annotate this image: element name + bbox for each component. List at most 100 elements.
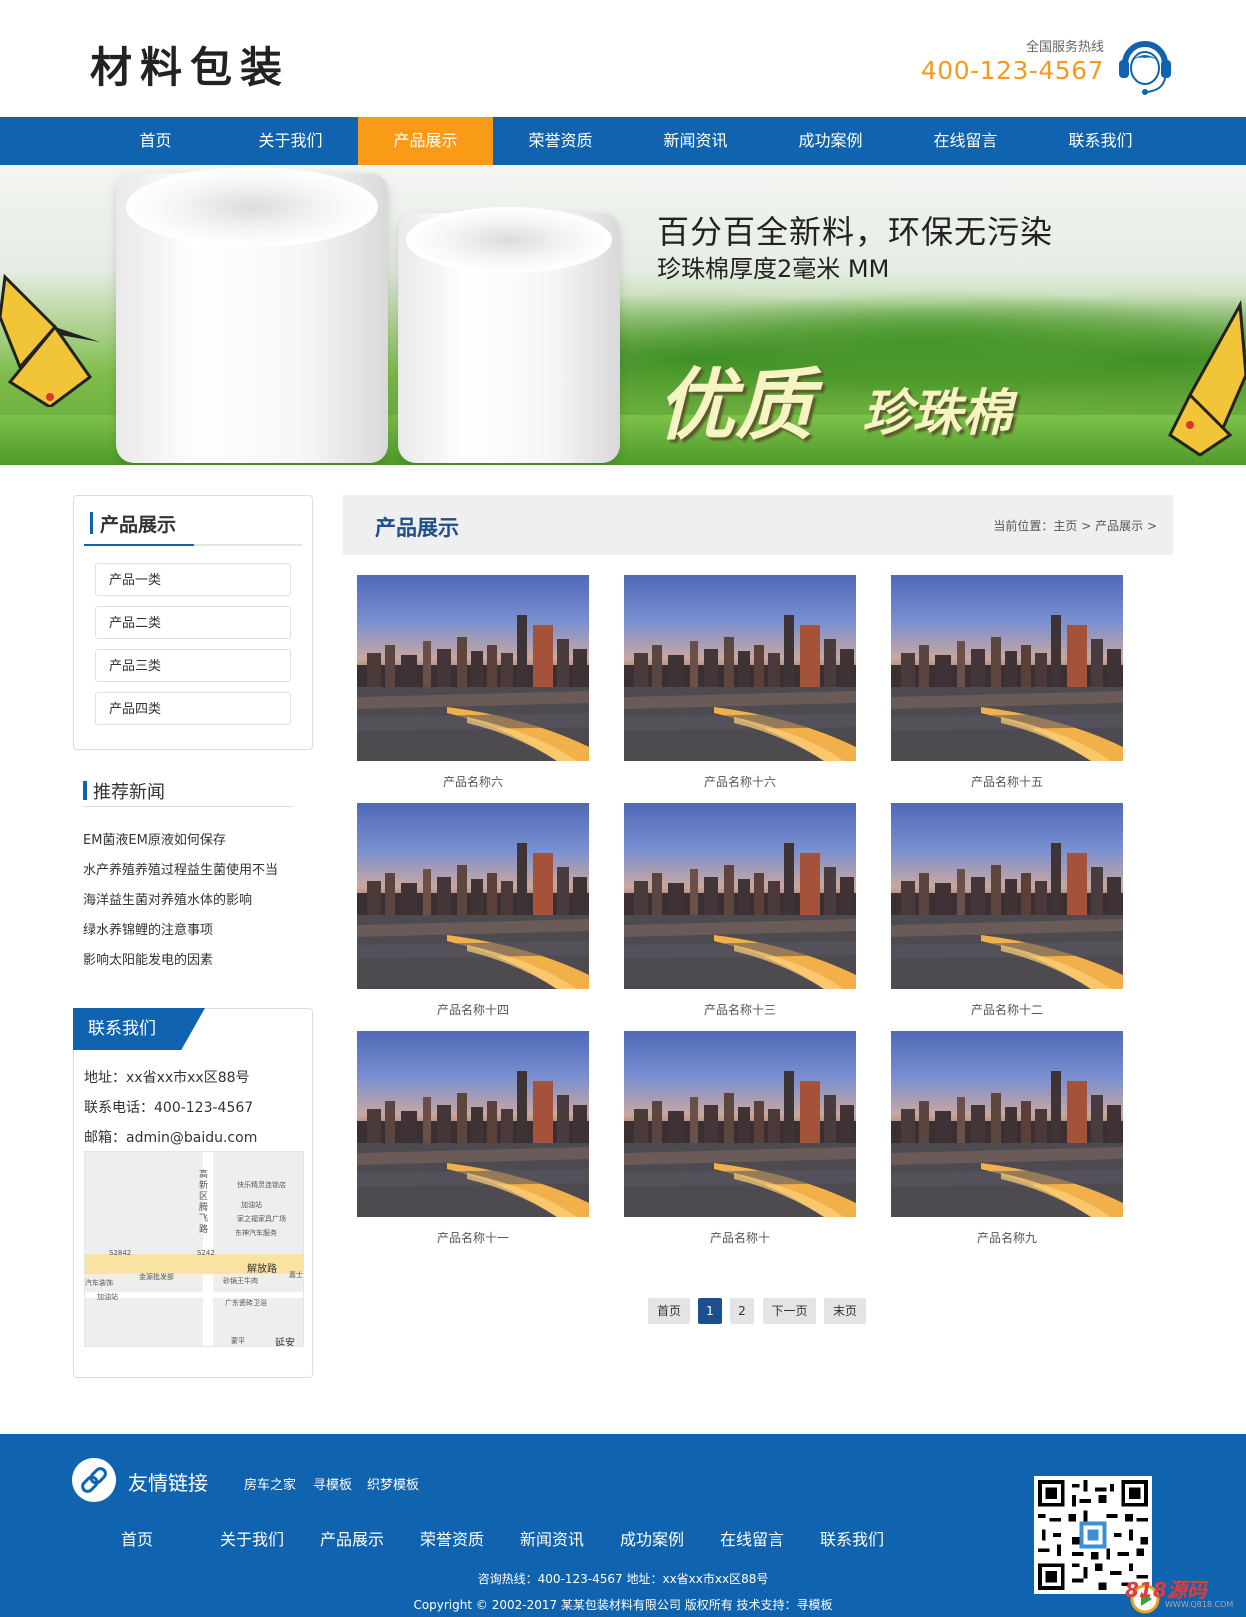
watermark-sub: WWW.Q818.COM [1165,1600,1234,1609]
hotline-number: 400-123-4567 [920,56,1104,85]
product-name[interactable]: 产品名称十四 [357,1001,589,1018]
product-card[interactable]: 产品名称十三 [624,803,856,1018]
category-item[interactable]: 产品四类 [95,692,291,725]
product-card[interactable]: 产品名称十一 [357,1031,589,1246]
product-card[interactable]: 产品名称十五 [891,575,1123,790]
site-header: 材料包装 全国服务热线 400-123-4567 [0,0,1246,117]
product-image[interactable] [891,803,1123,989]
pagination-last[interactable]: 末页 [824,1298,866,1324]
category-item[interactable]: 产品三类 [95,649,291,682]
footer-nav-item[interactable]: 在线留言 [720,1526,784,1550]
nav-item[interactable]: 成功案例 [763,117,898,165]
map-label: 高新区腾飞路 [199,1170,209,1235]
city-skyline [624,615,856,687]
nav-item[interactable]: 新闻资讯 [628,117,763,165]
friend-link[interactable]: 房车之家 [244,1474,296,1493]
nav-item[interactable]: 联系我们 [1033,117,1168,165]
nav-item[interactable]: 首页 [88,117,223,165]
product-image[interactable] [357,1031,589,1217]
customer-service-headset-icon [1119,41,1171,95]
news-link[interactable]: 水产养殖养殖过程益生菌使用不当 [83,859,278,878]
city-skyline [891,615,1123,687]
footer-nav-item[interactable]: 荣誉资质 [420,1526,484,1550]
breadcrumb: 当前位置：主页 > 产品展示 > [993,517,1157,534]
breadcrumb-separator: > [1081,519,1092,533]
nav-item[interactable]: 关于我们 [223,117,358,165]
site-logo[interactable]: 材料包装 [90,34,290,95]
product-name[interactable]: 产品名称九 [891,1229,1123,1246]
map-label: 家之福家具广场 [237,1215,286,1223]
footer-nav-item[interactable]: 联系我们 [820,1526,884,1550]
product-card[interactable]: 产品名称六 [357,575,589,790]
product-card[interactable]: 产品名称十 [624,1031,856,1246]
news-link[interactable]: 海洋益生菌对养殖水体的影响 [83,889,252,908]
news-divider [83,806,293,807]
nav-item[interactable]: 在线留言 [898,117,1033,165]
river-bridge [357,1143,589,1217]
hotline-label: 全国服务热线 [1025,40,1104,55]
friend-link[interactable]: 寻模板 [313,1474,352,1493]
footer-nav-item[interactable]: 产品展示 [320,1526,384,1550]
news-link[interactable]: 影响太阳能发电的因素 [83,949,213,968]
river-bridge [357,687,589,761]
breadcrumb-home[interactable]: 主页 [1053,519,1077,533]
product-image[interactable] [891,575,1123,761]
map-label: 快乐精灵连锁店 [237,1181,286,1189]
category-item[interactable]: 产品二类 [95,606,291,639]
product-card[interactable]: 产品名称九 [891,1031,1123,1246]
breadcrumb-current[interactable]: 产品展示 [1095,519,1143,533]
sidebar-product-categories: 产品展示 产品一类 产品二类 产品三类 产品四类 [73,495,313,750]
city-skyline [624,1071,856,1143]
footer-nav-item[interactable]: 成功案例 [620,1526,684,1550]
river-bridge [357,915,589,989]
product-name[interactable]: 产品名称六 [357,773,589,790]
pagination-page-1[interactable]: 1 [698,1298,722,1324]
map-label: 加油站 [97,1293,118,1301]
map-label: 加油站 [241,1201,262,1209]
product-image[interactable] [891,1031,1123,1217]
footer-nav-item[interactable]: 首页 [121,1526,153,1550]
contact-email: 邮箱：admin@baidu.com [84,1130,258,1146]
main-nav: 首页 关于我们 产品展示 荣誉资质 新闻资讯 成功案例 在线留言 联系我们 [0,117,1246,165]
map-label: 嘉士 [289,1271,303,1279]
city-skyline [357,1071,589,1143]
nav-item[interactable]: 荣誉资质 [493,117,628,165]
product-image[interactable] [624,575,856,761]
friend-link[interactable]: 织梦模板 [367,1474,419,1493]
location-map[interactable]: 高新区腾飞路 快乐精灵连锁店 加油站 家之福家具广场 东神汽车服务 S2842 … [84,1151,304,1347]
banner-headline: 百分百全新料，环保无污染 [657,213,1054,251]
news-link[interactable]: 绿水养锦鲤的注意事项 [83,919,213,938]
product-name[interactable]: 产品名称十二 [891,1001,1123,1018]
nav-item[interactable]: 产品展示 [358,117,493,165]
map-label: 东神汽车服务 [235,1229,277,1237]
map-label: 解放路 [247,1264,277,1275]
footer-nav-item[interactable]: 关于我们 [220,1526,284,1550]
product-image[interactable] [357,575,589,761]
news-link[interactable]: EM菌液EM原液如何保存 [83,829,226,848]
product-image[interactable] [357,803,589,989]
product-image[interactable] [624,803,856,989]
product-card[interactable]: 产品名称十六 [624,575,856,790]
pagination-next[interactable]: 下一页 [763,1298,816,1324]
category-item[interactable]: 产品一类 [95,563,291,596]
butterfly-left-icon [0,273,100,407]
page-title: 产品展示 [375,516,459,540]
product-name[interactable]: 产品名称十一 [357,1229,589,1246]
product-card[interactable]: 产品名称十四 [357,803,589,1018]
map-label: 汽车装饰 [85,1279,113,1287]
watermark: 818源码 [1125,1578,1207,1602]
recommended-news-title: 推荐新闻 [83,778,165,804]
pagination-page-2[interactable]: 2 [730,1298,754,1324]
footer-nav-item[interactable]: 新闻资讯 [520,1526,584,1550]
city-skyline [891,843,1123,915]
pagination-first[interactable]: 首页 [648,1298,690,1324]
product-name[interactable]: 产品名称十三 [624,1001,856,1018]
butterfly-right-icon [1168,299,1246,457]
product-card[interactable]: 产品名称十二 [891,803,1123,1018]
product-name[interactable]: 产品名称十六 [624,773,856,790]
foam-roll-left-top [126,167,378,247]
product-name[interactable]: 产品名称十 [624,1229,856,1246]
product-name[interactable]: 产品名称十五 [891,773,1123,790]
river-bridge [891,1143,1123,1217]
product-image[interactable] [624,1031,856,1217]
